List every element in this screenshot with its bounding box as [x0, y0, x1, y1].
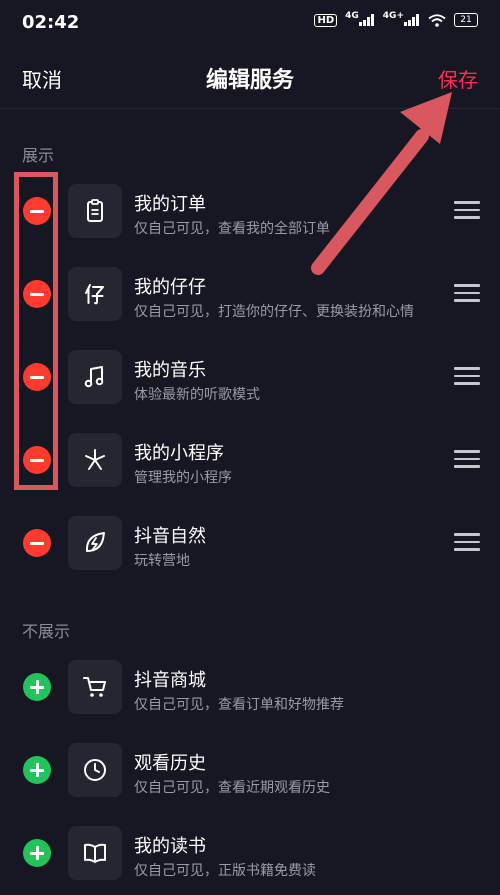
service-row-history: 观看历史 仅自己可见，查看近期观看历史: [0, 729, 500, 812]
status-time: 02:42: [22, 12, 80, 33]
music-note-icon: [68, 350, 122, 404]
drag-handle-icon[interactable]: [454, 284, 480, 304]
service-row-mini-program: 我的小程序 管理我的小程序: [0, 419, 500, 502]
row-title: 我的音乐: [134, 360, 206, 381]
header: 取消 编辑服务 保存: [0, 46, 500, 109]
row-title: 观看历史: [134, 753, 206, 774]
row-subtitle: 仅自己可见，查看近期观看历史: [134, 780, 330, 796]
row-subtitle: 仅自己可见，查看我的全部订单: [134, 221, 330, 237]
service-row-music: 我的音乐 体验最新的听歌模式: [0, 336, 500, 419]
add-button[interactable]: [23, 673, 51, 701]
section-label-shown: 展示: [22, 146, 55, 165]
row-title: 我的仔仔: [134, 277, 206, 298]
remove-button[interactable]: [23, 280, 51, 308]
cancel-button[interactable]: 取消: [22, 64, 62, 93]
remove-button[interactable]: [23, 529, 51, 557]
row-subtitle: 玩转营地: [134, 553, 190, 569]
row-title: 我的读书: [134, 836, 206, 857]
row-subtitle: 仅自己可见，打造你的仔仔、更换装扮和心情: [134, 304, 414, 320]
service-row-mall: 抖音商城 仅自己可见，查看订单和好物推荐: [0, 646, 500, 729]
row-title: 我的订单: [134, 194, 206, 215]
signal-icon-1: 4G: [345, 11, 375, 26]
drag-handle-icon[interactable]: [454, 367, 480, 387]
status-bar: 02:42 HD 4G 4G+ 21: [0, 0, 500, 46]
service-row-nature: 抖音自然 玩转营地: [0, 502, 500, 585]
row-subtitle: 体验最新的听歌模式: [134, 387, 260, 403]
remove-button[interactable]: [23, 197, 51, 225]
add-button[interactable]: [23, 756, 51, 784]
add-button[interactable]: [23, 839, 51, 867]
mini-program-icon: [68, 433, 122, 487]
service-row-orders: 我的订单 仅自己可见，查看我的全部订单: [0, 170, 500, 253]
row-title: 抖音商城: [134, 670, 206, 691]
section-label-hidden: 不展示: [22, 622, 71, 641]
drag-handle-icon[interactable]: [454, 533, 480, 553]
battery-icon: 21: [454, 13, 478, 27]
save-button[interactable]: 保存: [438, 64, 478, 93]
row-title: 我的小程序: [134, 443, 224, 464]
row-subtitle: 管理我的小程序: [134, 470, 232, 486]
wifi-icon: [428, 13, 446, 27]
drag-handle-icon[interactable]: [454, 201, 480, 221]
page-title: 编辑服务: [205, 68, 294, 93]
clipboard-icon: [68, 184, 122, 238]
row-subtitle: 仅自己可见，查看订单和好物推荐: [134, 697, 344, 713]
shopping-cart-icon: [68, 660, 122, 714]
nature-leaf-icon: [68, 516, 122, 570]
row-title: 抖音自然: [134, 526, 206, 547]
remove-button[interactable]: [23, 363, 51, 391]
service-row-zaizai: 我的仔仔 仅自己可见，打造你的仔仔、更换装扮和心情: [0, 253, 500, 336]
hd-icon: HD: [314, 13, 338, 27]
remove-button[interactable]: [23, 446, 51, 474]
row-subtitle: 仅自己可见，正版书籍免费读: [134, 863, 316, 879]
drag-handle-icon[interactable]: [454, 450, 480, 470]
status-icons: HD 4G 4G+ 21: [314, 11, 478, 27]
service-row-reading: 我的读书 仅自己可见，正版书籍免费读: [0, 812, 500, 895]
book-icon: [68, 826, 122, 880]
clock-icon: [68, 743, 122, 797]
signal-icon-2: 4G+: [383, 11, 420, 26]
zaizai-icon: [68, 267, 122, 321]
